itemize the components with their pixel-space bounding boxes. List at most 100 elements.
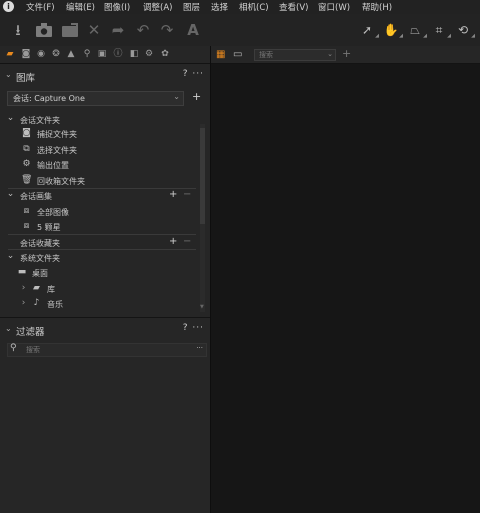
add-album-button[interactable]: +	[169, 189, 177, 200]
list-item-label: 库	[47, 285, 55, 294]
chevron-down-icon[interactable]: ⌄	[5, 70, 12, 79]
menu-edit[interactable]: 编辑(E)	[66, 1, 95, 13]
list-item[interactable]: ⚙ 输出位置	[0, 158, 200, 173]
system-folders-header[interactable]: ⌄ 系统文件夹	[0, 251, 200, 266]
pointer-icon[interactable]: ➚ ◢	[356, 21, 379, 39]
list-item[interactable]: › ♪ 音乐	[0, 297, 200, 312]
menu-view[interactable]: 查看(V)	[279, 1, 308, 13]
session-favorites-title: 会话收藏夹	[20, 239, 60, 248]
viewer-search-placeholder: 搜索	[259, 51, 273, 59]
library-header[interactable]: ⌄ 图库 ? ···	[0, 67, 210, 85]
tool-tabs-bar: ▰ ◙ ◉ ❂ ▲ ⚲ ▣ ⓘ ◧ ⚙ ✿	[0, 46, 210, 64]
batch-tab-icon[interactable]: ✿	[159, 48, 171, 60]
scroll-down-icon[interactable]: ▼	[200, 304, 204, 310]
list-item[interactable]: ◙ 捕捉文件夹	[0, 127, 200, 142]
filter-search-placeholder: 搜索	[26, 346, 40, 354]
lightning-icon[interactable]: ➦	[108, 20, 128, 40]
chevron-right-icon[interactable]: ›	[18, 298, 29, 309]
menu-adjust[interactable]: 调整(A)	[143, 1, 172, 13]
camera-icon[interactable]	[34, 20, 54, 40]
image-viewer[interactable]	[211, 64, 480, 513]
session-select-value: 会话: Capture One	[13, 94, 85, 103]
list-item[interactable]: 🗑 回收箱文件夹	[0, 174, 200, 189]
gear-icon: ⚙	[22, 159, 31, 169]
pan-hand-icon[interactable]: ✋ ◢	[380, 21, 403, 39]
library-scrollbar[interactable]	[200, 124, 205, 312]
session-add-button[interactable]: +	[192, 90, 201, 103]
chevron-down-icon: ⌄	[173, 92, 180, 101]
desktop-icon: ▬	[17, 267, 27, 277]
text-auto-icon[interactable]: A	[183, 20, 203, 40]
session-albums-header[interactable]: ⌄ 会话画集 + −	[0, 189, 200, 204]
menu-layers[interactable]: 图层	[183, 1, 200, 13]
single-view-icon[interactable]: ▭	[233, 49, 244, 60]
import-icon[interactable]: ⭳	[8, 20, 28, 40]
list-item[interactable]: ⧉ 选择文件夹	[0, 143, 200, 158]
filter-search-input[interactable]: ⚲ 搜索 ···	[7, 343, 207, 357]
folder-icon: ▰	[33, 283, 40, 293]
lens-tab-icon[interactable]: ◉	[35, 48, 47, 60]
menu-window[interactable]: 窗口(W)	[318, 1, 350, 13]
menu-image[interactable]: 图像(I)	[104, 1, 130, 13]
menu-bar: i 文件(F) 编辑(E) 图像(I) 调整(A) 图层 选择 相机(C) 查看…	[0, 0, 480, 14]
grid-view-icon[interactable]: ▦	[216, 49, 227, 60]
color-tab-icon[interactable]: ❂	[50, 48, 62, 60]
library-title: 图库	[16, 73, 36, 84]
list-item[interactable]: ▬ 桌面	[0, 266, 200, 281]
metadata-tab-icon[interactable]: ⓘ	[112, 48, 124, 60]
capture-tab-icon[interactable]: ◙	[20, 48, 32, 60]
list-item[interactable]: ⧈ 5 颗星	[0, 220, 200, 235]
scrollbar-thumb[interactable]	[200, 128, 205, 224]
filters-header[interactable]: ⌄ 过滤器 ? ···	[0, 321, 210, 339]
viewer-search-field[interactable]: 搜索 ⌄	[254, 49, 336, 61]
divider	[8, 234, 196, 235]
exposure-tab-icon[interactable]: ▲	[65, 48, 77, 60]
viewer-add-button[interactable]: +	[342, 47, 351, 60]
list-item[interactable]: ⧈ 全部图像	[0, 205, 200, 220]
search-icon[interactable]: ⚲	[10, 343, 17, 353]
chevron-right-icon[interactable]: ›	[18, 283, 29, 294]
settings-tab-icon[interactable]: ⚙	[143, 48, 155, 60]
keystone-icon[interactable]: ⏢ ◢	[404, 21, 427, 39]
chevron-down-icon[interactable]: ⌄	[5, 189, 16, 200]
filter-search-menu[interactable]: ···	[196, 344, 203, 352]
crop-icon[interactable]: ⌗ ◢	[428, 21, 451, 39]
session-folders-header[interactable]: ⌄ 会话文件夹	[0, 113, 200, 128]
list-item-label: 捕捉文件夹	[37, 130, 77, 139]
library-tab-icon[interactable]: ▰	[4, 48, 16, 60]
output-tab-icon[interactable]: ◧	[128, 48, 140, 60]
menu-select[interactable]: 选择	[211, 1, 228, 13]
filters-title: 过滤器	[16, 327, 45, 338]
trash-icon: 🗑	[21, 175, 33, 185]
remove-favorite-button[interactable]: −	[183, 236, 191, 247]
chevron-down-icon[interactable]: ⌄	[5, 324, 12, 333]
delete-icon[interactable]: ✕	[84, 20, 104, 40]
list-item-label: 回收箱文件夹	[37, 177, 85, 186]
export-icon[interactable]	[60, 20, 80, 40]
album-icon: ⧈	[23, 221, 30, 231]
menu-camera[interactable]: 相机(C)	[239, 1, 269, 13]
section-divider	[0, 317, 210, 318]
chevron-down-icon[interactable]: ⌄	[5, 113, 16, 124]
system-folders-title: 系统文件夹	[20, 254, 60, 263]
camera-icon: ◙	[22, 128, 31, 138]
list-item-label: 5 颗星	[37, 223, 61, 232]
library-actions[interactable]: ? ···	[183, 69, 204, 79]
menu-help[interactable]: 帮助(H)	[362, 1, 392, 13]
rotate-icon[interactable]: ⟲ ◢	[452, 21, 475, 39]
menu-file[interactable]: 文件(F)	[26, 1, 55, 13]
filters-actions[interactable]: ? ···	[183, 323, 204, 333]
adjustments-tab-icon[interactable]: ▣	[96, 48, 108, 60]
viewer-bar: ▦ ▭ 搜索 ⌄ +	[211, 46, 480, 64]
add-favorite-button[interactable]: +	[169, 236, 177, 247]
app-logo-icon[interactable]: i	[3, 1, 14, 12]
session-albums-title: 会话画集	[20, 192, 52, 201]
list-item[interactable]: › ▰ 库	[0, 282, 200, 297]
select-folder-icon: ⧉	[23, 144, 30, 154]
session-select[interactable]: 会话: Capture One ⌄	[7, 91, 184, 106]
details-tab-icon[interactable]: ⚲	[81, 48, 93, 60]
chevron-down-icon[interactable]: ⌄	[5, 251, 16, 262]
remove-album-button[interactable]: −	[183, 189, 191, 200]
undo-icon[interactable]: ↶	[133, 20, 153, 40]
redo-icon[interactable]: ↷	[157, 20, 177, 40]
